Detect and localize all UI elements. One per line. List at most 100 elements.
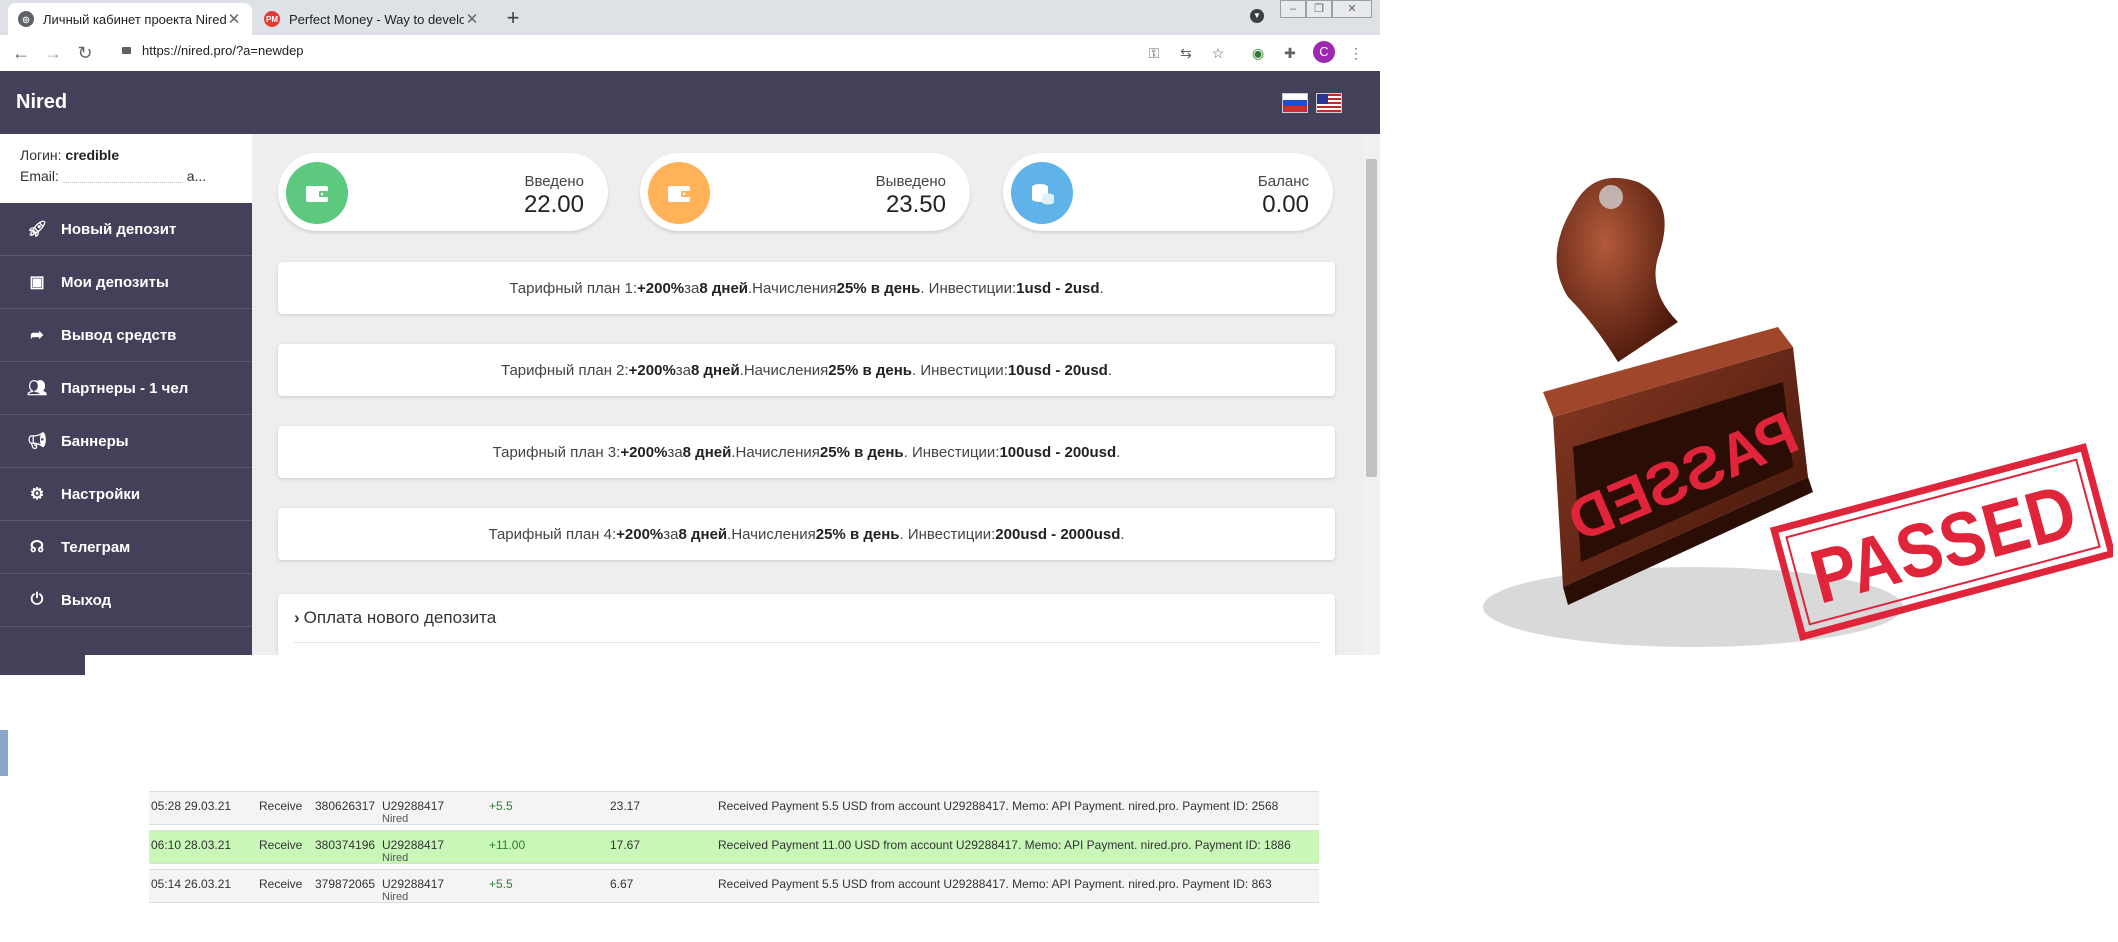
tx-type: Receive xyxy=(259,838,303,852)
tab-nired[interactable]: ◎ Личный кабинет проекта Nired ✕ xyxy=(8,3,252,35)
users-icon: 👥︎ xyxy=(26,380,48,397)
sidebar-item-my-deposits[interactable]: ▣ Мои депозиты xyxy=(0,256,252,309)
tx-account-name: Nired xyxy=(382,852,409,864)
tx-account-name: Nired xyxy=(382,891,409,903)
tx-type: Receive xyxy=(259,799,303,813)
lock-icon[interactable] xyxy=(122,47,131,54)
close-icon[interactable]: ✕ xyxy=(464,10,480,28)
sidebar-item-logout[interactable]: ⏻ Выход xyxy=(0,574,252,627)
wallet-icon xyxy=(286,162,348,224)
close-icon[interactable]: ✕ xyxy=(226,10,242,28)
menu-icon[interactable]: ⋮ xyxy=(1345,42,1367,64)
stat-card-balance: Баланс 0.00 xyxy=(1003,153,1333,231)
stat-label: Баланс xyxy=(1257,173,1309,190)
new-tab-button[interactable]: + xyxy=(500,5,526,31)
site-header: Nired xyxy=(0,71,1380,134)
star-icon[interactable]: ☆ xyxy=(1207,42,1229,64)
back-icon[interactable]: ← xyxy=(10,42,32,64)
flag-ru-icon[interactable] xyxy=(1282,93,1308,113)
tx-memo: Received Payment 11.00 USD from account … xyxy=(718,838,1291,852)
sidebar-item-telegram[interactable]: ☊ Телеграм xyxy=(0,521,252,574)
payment-title: Оплата нового депозита xyxy=(303,608,497,627)
stat-label: Введено xyxy=(524,173,584,190)
sidebar-item-withdraw[interactable]: ➦ Вывод средств xyxy=(0,309,252,362)
stat-card-deposited: Введено 22.00 xyxy=(278,153,608,231)
plan-card-3[interactable]: Тарифный план 3: +200% за 8 дней .Начисле… xyxy=(278,426,1335,478)
extensions-icon[interactable]: ✚ xyxy=(1279,42,1301,64)
sidebar-remnant xyxy=(0,655,85,675)
login-value: credible xyxy=(65,147,120,163)
tx-balance: 23.17 xyxy=(610,799,641,813)
tx-account: U29288417 xyxy=(382,838,445,852)
sidebar-item-banners[interactable]: 📢︎ Баннеры xyxy=(0,415,252,468)
tab-strip: ◎ Личный кабинет проекта Nired ✕ PM Perf… xyxy=(0,0,1380,35)
reload-icon[interactable]: ↻ xyxy=(74,42,96,64)
stat-value: 22.00 xyxy=(523,191,584,218)
sidebar-item-settings[interactable]: ⚙ Настройки xyxy=(0,468,252,521)
table-row: 05:28 29.03.21 Receive 380626317 U292884… xyxy=(149,791,1319,825)
perfect-money-icon: PM xyxy=(264,11,280,27)
wallet-icon xyxy=(648,162,710,224)
coins-icon xyxy=(1011,162,1073,224)
divider xyxy=(294,642,1319,643)
user-info: Логин: credible Email: а... xyxy=(0,134,252,203)
key-icon[interactable]: ⚿ xyxy=(1143,42,1165,64)
headset-icon: ☊ xyxy=(29,539,45,556)
tx-account: U29288417 xyxy=(382,877,445,891)
tx-batch[interactable]: 380626317 xyxy=(315,799,375,813)
chevron-right-icon: › xyxy=(294,608,300,627)
tx-time: 05:14 26.03.21 xyxy=(151,877,232,891)
sidebar-item-new-deposit[interactable]: 🚀︎ Новый депозит xyxy=(0,203,252,256)
stat-card-withdrawn: Выведено 23.50 xyxy=(640,153,970,231)
payment-toggle[interactable]: › Оплата нового депозита xyxy=(294,608,496,628)
minimize-button[interactable]: – xyxy=(1280,0,1306,18)
tx-account: U29288417 xyxy=(382,799,445,813)
share-icon: ➦ xyxy=(30,327,44,344)
stamp-illustration: PASSED PASSED xyxy=(1483,177,2117,647)
rocket-icon: 🚀︎ xyxy=(26,221,48,238)
plan-card-1[interactable]: Тарифный план 1: +200% за 8 дней .Начисле… xyxy=(278,262,1335,314)
megaphone-icon: 📢︎ xyxy=(26,433,48,450)
site-logo[interactable]: Nired xyxy=(16,91,67,114)
profile-avatar[interactable]: C xyxy=(1313,41,1335,63)
scrollbar-thumb[interactable] xyxy=(1366,159,1377,477)
translate-icon[interactable]: ⇆ xyxy=(1175,42,1197,64)
transactions-table: 05:28 29.03.21 Receive 380626317 U292884… xyxy=(149,791,1319,911)
table-row: 06:10 28.03.21 Receive 380374196 U292884… xyxy=(149,830,1319,864)
restore-button[interactable]: ❐ xyxy=(1306,0,1332,18)
forward-icon[interactable]: → xyxy=(42,42,64,64)
money-icon: ▣ xyxy=(29,274,45,291)
stat-label: Выведено xyxy=(875,173,946,190)
tx-batch[interactable]: 379872065 xyxy=(315,877,375,891)
payment-panel: › Оплата нового депозита xyxy=(278,594,1335,655)
extension-globe-icon[interactable]: ◉ xyxy=(1247,42,1269,64)
tab-title: Perfect Money - Way to develop xyxy=(289,11,464,27)
tab-perfect-money[interactable]: PM Perfect Money - Way to develop ✕ xyxy=(254,3,490,35)
tx-amount: +11.00 xyxy=(489,838,526,852)
plan-card-4[interactable]: Тарифный план 4: +200% за 8 дней .Начисле… xyxy=(278,508,1335,560)
stat-value: 23.50 xyxy=(885,191,946,218)
tx-batch[interactable]: 380374196 xyxy=(315,838,375,852)
globe-icon: ◎ xyxy=(18,11,34,27)
tab-title: Личный кабинет проекта Nired xyxy=(43,11,226,27)
tx-memo: Received Payment 5.5 USD from account U2… xyxy=(718,877,1272,891)
tx-balance: 17.67 xyxy=(610,838,641,852)
tx-type: Receive xyxy=(259,877,303,891)
address-bar[interactable]: https://nired.pro/?a=newdep xyxy=(142,43,304,58)
tx-amount: +5.5 xyxy=(489,799,513,813)
close-window-button[interactable]: ✕ xyxy=(1332,0,1372,18)
edge-remnant xyxy=(0,730,8,776)
sidebar-item-partners[interactable]: 👥︎ Партнеры - 1 чел xyxy=(0,362,252,415)
tx-time: 06:10 28.03.21 xyxy=(151,838,232,852)
stat-value: 0.00 xyxy=(1262,191,1309,218)
site-viewport: Nired Логин: credible Email: а... 🚀︎ Новы… xyxy=(0,71,1380,655)
login-line: Логин: credible xyxy=(20,147,120,163)
email-value: а... xyxy=(186,168,207,184)
passed-stamp-image: PASSED PASSED xyxy=(1453,147,2117,707)
tx-balance: 6.67 xyxy=(610,877,634,891)
tab-search-icon[interactable]: ▼ xyxy=(1250,9,1264,23)
browser-window: ◎ Личный кабинет проекта Nired ✕ PM Perf… xyxy=(0,0,1380,655)
flag-us-icon[interactable] xyxy=(1316,93,1342,113)
plan-card-2[interactable]: Тарифный план 2: +200% за 8 дней .Начисле… xyxy=(278,344,1335,396)
gears-icon: ⚙ xyxy=(29,486,45,503)
